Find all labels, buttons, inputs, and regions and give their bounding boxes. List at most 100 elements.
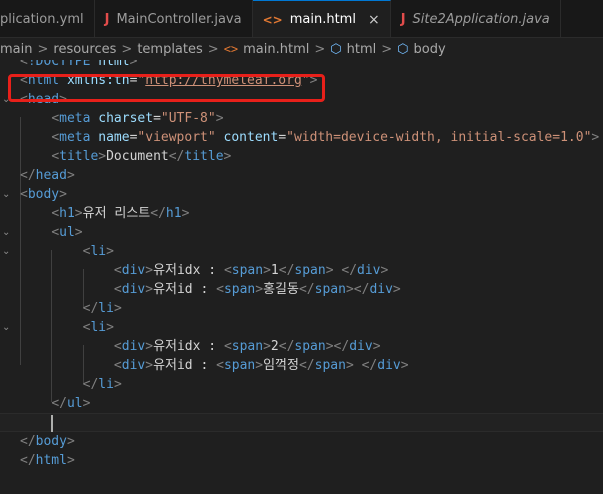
code-line[interactable]: <div>유저idx : <span>1</span> </div> (0, 261, 603, 280)
code-token: 홍길동 (263, 282, 299, 297)
breadcrumb-label: html (346, 41, 377, 57)
close-icon[interactable]: × (368, 12, 380, 28)
code-line[interactable]: <meta charset="UTF-8"> (0, 109, 603, 128)
code-token: charset (98, 111, 154, 126)
code-token: span (294, 339, 326, 354)
tab-maincontroller-java[interactable]: J MainController.java (95, 0, 253, 37)
code-token: > (74, 206, 83, 221)
code-token: > (345, 282, 354, 297)
code-token: > (400, 358, 409, 373)
breadcrumb-label: main.html (243, 41, 310, 57)
code-editor[interactable]: <!DOCTYPE html> <html xmlns:th="http://th… (0, 60, 603, 494)
fold-chevron-icon[interactable]: ⌄ (2, 318, 10, 337)
code-token: < (51, 225, 60, 240)
code-token: > (263, 263, 271, 278)
code-token: title (184, 149, 224, 164)
code-line[interactable]: <!DOCTYPE html> (0, 60, 603, 71)
code-line[interactable]: <h1>유저 리스트</h1> (0, 204, 603, 223)
tab-site2application-java[interactable]: J Site2Application.java (391, 0, 561, 37)
code-token: > (129, 60, 138, 69)
code-line[interactable] (0, 413, 603, 432)
code-line[interactable]: ⌄ <body> (0, 185, 603, 204)
code-line[interactable]: <div>유저id : <span>홍길동</span></div> (0, 280, 603, 299)
code-token: > (66, 453, 75, 468)
breadcrumb-item-main[interactable]: main (0, 42, 32, 57)
breadcrumb-item-templates[interactable]: templates (137, 42, 202, 57)
code-token: span (231, 263, 264, 278)
code-token: h1 (165, 206, 182, 221)
code-token: > (181, 206, 190, 221)
breadcrumb-item-html[interactable]: ⬡ html (330, 42, 376, 57)
code-token: > (380, 263, 389, 278)
tab-label: Site2Application.java (412, 11, 550, 27)
chevron-right-icon: > (37, 41, 49, 57)
code-token: > (223, 149, 232, 164)
fold-chevron-icon[interactable]: ⌄ (2, 223, 10, 242)
chevron-right-icon: > (207, 41, 219, 57)
code-token: Document (106, 149, 169, 164)
tab-label: main.html (289, 12, 356, 27)
tab-plication-yml[interactable]: plication.yml (0, 0, 95, 37)
code-line[interactable]: </li> (0, 299, 603, 318)
java-file-icon: J (400, 11, 406, 27)
code-line[interactable]: <meta name="viewport" content="width=dev… (0, 128, 603, 147)
code-text: </body> (20, 432, 75, 451)
code-text: <div>유저idx : <span>1</span> </div> (20, 261, 388, 280)
code-token: < (51, 206, 60, 221)
code-line[interactable]: </body> (0, 432, 603, 451)
breadcrumb-item-main-html[interactable]: <> main.html (224, 42, 310, 57)
code-line[interactable]: <div>유저idx : <span>2</span></div> (0, 337, 603, 356)
code-token: > (145, 358, 154, 373)
code-token: 유저id : (153, 282, 217, 297)
code-token: > (145, 339, 154, 354)
code-line[interactable]: </html> (0, 451, 603, 470)
tab-main-html[interactable]: <> main.html × (252, 0, 391, 37)
code-token: > (113, 377, 122, 392)
code-line[interactable]: </li> (0, 375, 603, 394)
code-token: </ (333, 339, 350, 354)
breadcrumb-item-body[interactable]: ⬡ body (397, 42, 446, 57)
code-line[interactable]: <title>Document</title> (0, 147, 603, 166)
code-line[interactable]: ⌄ <li> (0, 242, 603, 261)
code-token: </ (82, 377, 99, 392)
code-token: div (121, 282, 146, 297)
code-token: > (215, 111, 224, 126)
code-line[interactable]: </head> (0, 166, 603, 185)
code-text: </ul> (20, 394, 90, 413)
code-token: li (98, 377, 114, 392)
code-line[interactable]: ⌄ <ul> (0, 223, 603, 242)
code-text: </li> (20, 375, 122, 394)
code-token: body (27, 187, 60, 202)
code-token: span (314, 358, 346, 373)
fold-chevron-icon[interactable]: ⌄ (2, 185, 10, 204)
code-token: </ (20, 453, 36, 468)
code-token: </ (150, 206, 166, 221)
code-line[interactable]: ⌄ <li> (0, 318, 603, 337)
breadcrumb-label: resources (53, 41, 117, 57)
code-line[interactable]: <div>유저id : <span>임꺽정</span> </div> (0, 356, 603, 375)
code-token: html (98, 60, 130, 69)
code-token: </ (298, 282, 315, 297)
code-text: <div>유저idx : <span>2</span></div> (20, 337, 381, 356)
html-file-icon: <> (223, 41, 239, 56)
code-token: li (98, 301, 114, 316)
breadcrumb-label: main (0, 41, 33, 57)
code-line[interactable]: </ul> (0, 394, 603, 413)
fold-chevron-icon[interactable]: ⌄ (2, 242, 10, 261)
code-token: < (216, 358, 224, 373)
code-token: span (223, 282, 256, 297)
code-token: < (216, 282, 224, 297)
html-tag-highlight-box (8, 74, 325, 102)
code-token: 유저id : (153, 358, 217, 373)
code-token: > (591, 130, 600, 145)
code-text: </html> (20, 451, 75, 470)
code-token: name (98, 130, 130, 145)
code-token: div (357, 263, 381, 278)
breadcrumb-item-resources[interactable]: resources (53, 42, 116, 57)
